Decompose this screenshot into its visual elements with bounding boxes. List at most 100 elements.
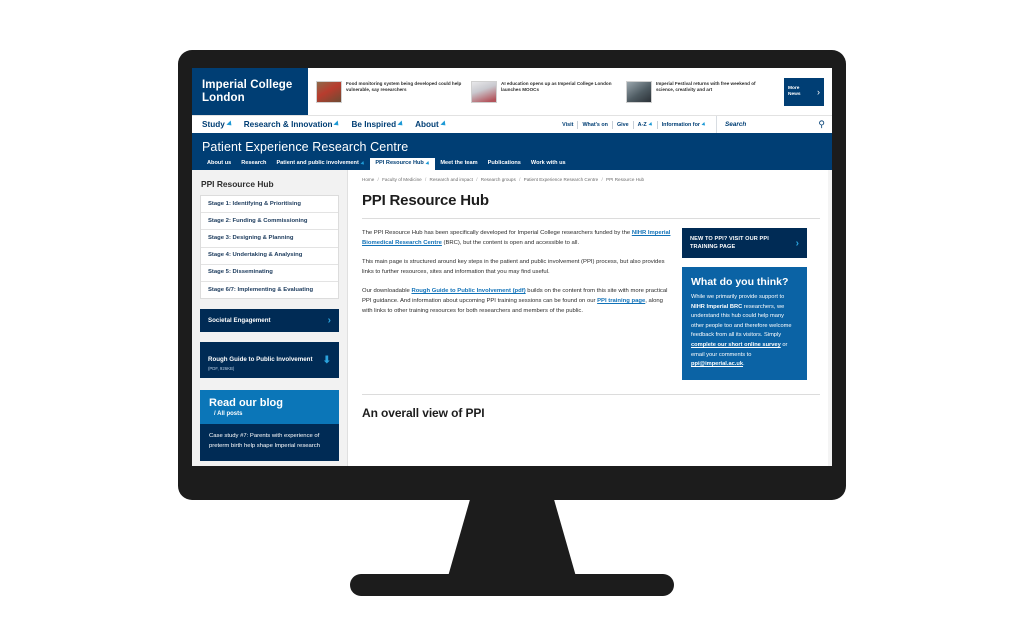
breadcrumb-separator: / (424, 177, 427, 182)
search-input[interactable]: Search (725, 121, 746, 128)
dept-nav-about-us[interactable]: About us (202, 158, 236, 170)
feedback-panel: What do you think? While we primarily pr… (682, 267, 807, 380)
breadcrumb-home[interactable]: Home (362, 177, 374, 182)
chevron-down-icon (440, 120, 448, 128)
dept-nav-ppi[interactable]: Patient and public involvement (271, 158, 370, 170)
ppi-email-link[interactable]: ppi@imperial.ac.uk (691, 361, 743, 367)
chevron-down-icon (648, 122, 654, 127)
search-box[interactable]: Search ⚲ (716, 116, 832, 133)
breadcrumb-perc[interactable]: Patient Experience Research Centre (524, 177, 599, 182)
logo-line-2: London (202, 91, 245, 104)
nav-item-about[interactable]: About (415, 120, 448, 129)
main-nav-items: Study Research & Innovation Be Inspired … (202, 120, 448, 129)
utility-item-give[interactable]: Give (613, 120, 634, 129)
news-item-text: AI education opens up as Imperial Colleg… (501, 80, 612, 92)
utility-item-label: What's on (582, 121, 608, 128)
utility-item-label: A-Z (637, 121, 647, 128)
department-navigation: About us Research Patient and public inv… (202, 158, 822, 170)
nav-item-label: About (415, 120, 439, 129)
dept-nav-label: Research (241, 160, 267, 166)
right-aside: NEW TO PPI? VISIT OUR PPI TRAINING PAGE … (682, 228, 807, 380)
utility-item-visit[interactable]: Visit (558, 120, 579, 129)
breadcrumb-current: PPI Resource Hub (606, 177, 645, 182)
dept-nav-research[interactable]: Research (236, 158, 271, 170)
paragraph-text: Our downloadable (362, 288, 412, 294)
blog-title: Read our blog (209, 397, 283, 410)
page-title: PPI Resource Hub (362, 192, 489, 209)
breadcrumb-research-impact[interactable]: Research and impact (430, 177, 473, 182)
nav-item-study[interactable]: Study (202, 120, 234, 129)
paragraph-1: The PPI Resource Hub has been specifical… (362, 228, 672, 248)
news-thumbnail-food-icon (316, 80, 342, 103)
rough-guide-pdf-link[interactable]: Rough Guide to Public Involvement (pdf) (411, 288, 525, 294)
utility-item-label: Information for (661, 121, 700, 128)
search-icon[interactable]: ⚲ (818, 119, 825, 130)
nav-item-label: Be Inspired (351, 120, 397, 129)
utility-item-a-z[interactable]: A-Z (634, 120, 658, 129)
nav-item-research-innovation[interactable]: Research & Innovation (243, 120, 342, 129)
online-survey-link[interactable]: complete our short online survey (691, 342, 781, 348)
societal-engagement-button[interactable]: Societal Engagement › (200, 309, 339, 333)
dept-nav-label: Meet the team (440, 160, 478, 166)
utility-nav-items: Visit What's on Give A-Z Information for (558, 120, 716, 129)
more-news-line-2: News (788, 91, 801, 97)
nav-item-be-inspired[interactable]: Be Inspired (351, 120, 405, 129)
nav-item-label: Research & Innovation (243, 120, 333, 129)
utility-item-information-for[interactable]: Information for (658, 121, 710, 129)
ppi-training-page-link[interactable]: PPI training page (597, 298, 645, 304)
article-body: The PPI Resource Hub has been specifical… (360, 228, 672, 380)
breadcrumb-research-groups[interactable]: Research groups (481, 177, 516, 182)
blog-card-header[interactable]: Read our blog / All posts (200, 390, 339, 425)
news-strip: Food monitoring system being developed c… (308, 68, 784, 115)
utility-item-label: Visit (562, 121, 574, 128)
feedback-text-part: . (743, 361, 745, 368)
sidebar-item-stage-5[interactable]: Stage 5: Disseminating (201, 265, 338, 282)
dept-nav-label: PPI Resource Hub (375, 160, 424, 166)
breadcrumb-faculty[interactable]: Faculty of Medicine (382, 177, 422, 182)
societal-engagement-label: Societal Engagement (208, 316, 271, 324)
monitor-frame: Imperial College London Food monitoring … (178, 50, 846, 500)
utility-navigation: Visit What's on Give A-Z Information for… (558, 116, 832, 133)
imperial-college-logo[interactable]: Imperial College London (192, 68, 308, 115)
feedback-text-part: While we primarily provide support to (691, 294, 785, 300)
page-body: PPI Resource Hub Stage 1: Identifying & … (192, 170, 832, 466)
monitor-stand-neck (447, 498, 577, 580)
dept-nav-publications[interactable]: Publications (483, 158, 526, 170)
rough-guide-filesize: (PDF, 926KB) (208, 366, 235, 372)
feedback-text: While we primarily provide support to NI… (691, 293, 798, 370)
news-item[interactable]: AI education opens up as Imperial Colleg… (471, 80, 619, 103)
sidebar-item-stage-4[interactable]: Stage 4: Undertaking & Analysing (201, 248, 338, 265)
page-scrollbar[interactable] (828, 170, 832, 466)
chevron-right-icon: › (795, 237, 799, 249)
paragraph-2: This main page is structured around key … (362, 257, 672, 277)
dept-nav-ppi-resource-hub[interactable]: PPI Resource Hub (370, 158, 436, 170)
dept-nav-label: Work with us (530, 160, 566, 166)
download-arrow-icon: ⬇ (322, 354, 331, 366)
blog-card-body[interactable]: Case study #7: Parents with experience o… (200, 424, 339, 462)
news-item[interactable]: Food monitoring system being developed c… (316, 80, 464, 103)
main-content: Home / Faculty of Medicine / Research an… (348, 170, 832, 466)
sidebar-item-stage-2[interactable]: Stage 2: Funding & Commissioning (201, 213, 338, 231)
utility-item-whats-on[interactable]: What's on (578, 120, 613, 129)
rough-guide-download-button[interactable]: Rough Guide to Public Involvement (PDF, … (200, 342, 339, 379)
dept-nav-meet-the-team[interactable]: Meet the team (435, 158, 482, 170)
more-news-button[interactable]: More News › (784, 77, 824, 106)
sidebar-item-stage-1[interactable]: Stage 1: Identifying & Prioritising (201, 196, 338, 214)
content-row: The PPI Resource Hub has been specifical… (360, 219, 832, 380)
news-thumbnail-festival-icon (626, 80, 652, 103)
breadcrumb-separator: / (519, 177, 521, 182)
chevron-right-icon: › (327, 315, 331, 327)
feedback-brc-bold: NIHR Imperial BRC (691, 303, 743, 310)
ppi-training-cta-button[interactable]: NEW TO PPI? VISIT OUR PPI TRAINING PAGE … (682, 228, 807, 258)
sidebar-item-stage-6-7[interactable]: Stage 6/7: Implementing & Evaluating (201, 282, 338, 298)
breadcrumb: Home / Faculty of Medicine / Research an… (360, 170, 832, 190)
blog-all-posts-link[interactable]: / All posts (209, 411, 330, 417)
dept-nav-work-with-us[interactable]: Work with us (526, 158, 571, 170)
chevron-down-icon (333, 120, 342, 128)
news-item[interactable]: Imperial Festival returns with free week… (626, 80, 774, 103)
sidebar-item-stage-3[interactable]: Stage 3: Designing & Planning (201, 230, 338, 248)
breadcrumb-separator: / (601, 177, 603, 182)
chevron-down-icon (425, 161, 431, 166)
breadcrumb-separator: / (476, 177, 478, 182)
left-sidebar: PPI Resource Hub Stage 1: Identifying & … (192, 170, 347, 466)
